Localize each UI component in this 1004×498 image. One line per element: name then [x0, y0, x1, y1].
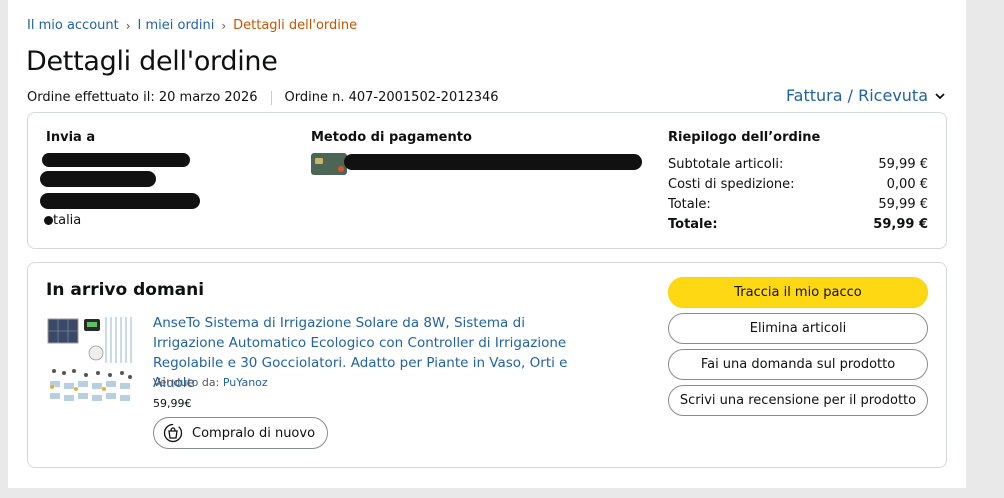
- breadcrumb-separator: ›: [125, 18, 131, 33]
- shipping-country: talia: [53, 213, 82, 228]
- order-details-page: Il mio account › I miei ordini › Dettagl…: [8, 0, 966, 488]
- buy-again-label: Compralo di nuovo: [192, 425, 316, 441]
- breadcrumb-current: Dettagli dell'ordine: [233, 18, 358, 33]
- summary-row: Subtotale articoli: 59,99 €: [668, 155, 928, 175]
- redacted-address-line: [40, 193, 200, 209]
- invoice-label: Fattura / Ricevuta: [785, 86, 928, 105]
- breadcrumb-my-account[interactable]: Il mio account: [27, 18, 119, 33]
- breadcrumb-my-orders[interactable]: I miei ordini: [138, 18, 215, 33]
- track-package-button[interactable]: Traccia il mio pacco: [668, 277, 928, 308]
- delivery-status: In arrivo domani: [46, 280, 205, 300]
- order-meta: Ordine effettuato il: 20 marzo 2026 Ordi…: [27, 90, 499, 105]
- summary-label: Costi di spedizione:: [668, 177, 795, 192]
- redacted-address-line: [42, 153, 190, 167]
- shipment-card: In arrivo domani AnseTo Sistema di Irrig…: [27, 262, 947, 468]
- redacted-address-mark: [44, 216, 53, 225]
- summary-title: Riepilogo dell’ordine: [668, 130, 821, 145]
- redacted-payment-info: [344, 154, 642, 170]
- write-review-button[interactable]: Scrivi una recensione per il prodotto: [668, 385, 928, 416]
- summary-value: 0,00 €: [886, 177, 928, 192]
- seller-info: Venduto da: PuYanoz: [153, 376, 268, 389]
- summary-grand-total: Totale: 59,99 €: [668, 215, 928, 235]
- summary-value: 59,99 €: [873, 217, 928, 232]
- chevron-down-icon: [935, 92, 945, 99]
- order-number: Ordine n. 407-2001502-2012346: [284, 90, 499, 105]
- order-info-card: Invia a talia Metodo di pagamento Riepil…: [27, 112, 947, 249]
- buy-again-button[interactable]: Compralo di nuovo: [153, 417, 329, 449]
- summary-label: Totale:: [668, 217, 718, 232]
- summary-row: Costi di spedizione: 0,00 €: [668, 175, 928, 195]
- order-summary: Subtotale articoli: 59,99 € Costi di spe…: [668, 155, 928, 235]
- order-date: Ordine effettuato il: 20 marzo 2026: [27, 90, 258, 105]
- ask-question-button[interactable]: Fai una domanda sul prodotto: [668, 349, 928, 380]
- summary-label: Subtotale articoli:: [668, 157, 784, 172]
- seller-link[interactable]: PuYanoz: [223, 376, 268, 389]
- redacted-address-line: [40, 171, 156, 187]
- product-image[interactable]: [46, 315, 136, 405]
- page-title: Dettagli dell'ordine: [26, 46, 278, 77]
- breadcrumb-separator: ›: [221, 18, 227, 33]
- product-price: 59,99€: [153, 397, 192, 410]
- shipping-title: Invia a: [46, 130, 96, 145]
- credit-card-icon: [311, 153, 347, 175]
- sold-by-label: Venduto da:: [153, 376, 220, 389]
- breadcrumb: Il mio account › I miei ordini › Dettagl…: [27, 18, 357, 33]
- summary-value: 59,99 €: [878, 157, 928, 172]
- summary-row: Totale: 59,99 €: [668, 195, 928, 215]
- meta-divider: [270, 90, 272, 105]
- summary-label: Totale:: [668, 197, 711, 212]
- payment-title: Metodo di pagamento: [311, 130, 472, 145]
- summary-value: 59,99 €: [878, 197, 928, 212]
- remove-items-button[interactable]: Elimina articoli: [668, 313, 928, 344]
- buy-again-icon: [163, 423, 183, 443]
- invoice-dropdown[interactable]: Fattura / Ricevuta: [786, 86, 946, 105]
